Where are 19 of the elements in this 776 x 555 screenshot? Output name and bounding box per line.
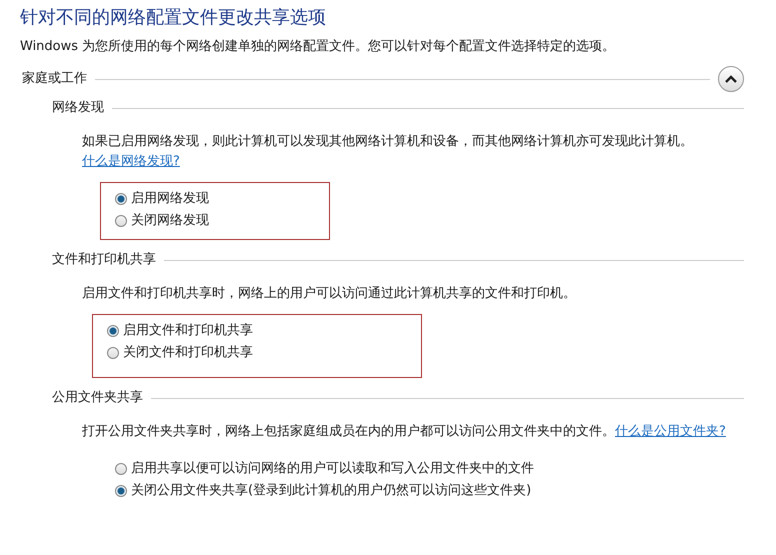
- section-heading: 文件和打印机共享: [52, 251, 156, 269]
- help-link[interactable]: 什么是公用文件夹?: [615, 424, 726, 439]
- section-description: 如果已启用网络发现，则此计算机可以发现其他网络计算机和设备，而其他网络计算机亦可发现此计算机。 什么是网络发现?: [82, 133, 694, 171]
- intro-text: Windows 为您所使用的每个网络创建单独的网络配置文件。您可以针对每个配置文件选择特定的选项。: [20, 38, 616, 56]
- radio-option[interactable]: 启用网络发现: [115, 188, 315, 210]
- help-link[interactable]: 什么是网络发现?: [82, 154, 180, 169]
- radio-option[interactable]: 关闭公用文件夹共享(登录到此计算机的用户仍然可以访问这些文件夹): [115, 480, 685, 502]
- section-heading: 公用文件夹共享: [52, 389, 143, 407]
- collapse-button[interactable]: [718, 66, 744, 92]
- radio-option[interactable]: 启用共享以便可以访问网络的用户可以读取和写入公用文件夹中的文件: [115, 458, 685, 480]
- radio-option[interactable]: 关闭网络发现: [115, 210, 315, 232]
- section-heading: 网络发现: [52, 99, 104, 117]
- profile-heading: 家庭或工作: [22, 70, 87, 88]
- radio-option[interactable]: 关闭文件和打印机共享: [107, 342, 407, 364]
- section-description: 启用文件和打印机共享时，网络上的用户可以访问通过此计算机共享的文件和打印机。: [82, 285, 577, 303]
- radio-option[interactable]: 启用文件和打印机共享: [107, 320, 407, 342]
- section-description: 打开公用文件夹共享时，网络上包括家庭组成员在内的用户都可以访问公用文件夹中的文件。什么是公用文件夹?: [82, 423, 727, 441]
- page-title: 针对不同的网络配置文件更改共享选项: [20, 6, 327, 30]
- chevron-icon: [725, 75, 737, 83]
